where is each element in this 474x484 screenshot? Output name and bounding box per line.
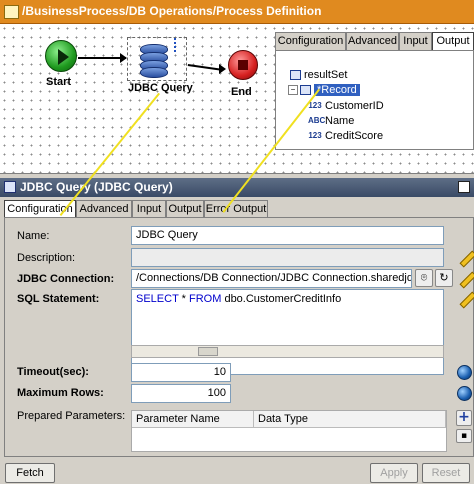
sql-text: * — [178, 293, 189, 305]
edit-pencil-icon[interactable] — [458, 290, 474, 306]
end-label: End — [231, 86, 252, 98]
complex-element-icon — [290, 70, 301, 81]
delete-parameter-icon[interactable]: ▪ — [456, 429, 472, 443]
description-input[interactable] — [131, 248, 444, 267]
tab-input[interactable]: Input — [132, 200, 166, 218]
tab-output[interactable]: Output — [432, 32, 474, 51]
tree-label: CreditScore — [325, 130, 384, 142]
go-to-resource-icon[interactable]: ↻ — [435, 269, 453, 287]
activity-marker-icon — [174, 38, 180, 52]
fetch-button[interactable]: Fetch — [5, 463, 55, 483]
reset-button[interactable]: Reset — [422, 463, 470, 483]
edit-pencil-icon[interactable] — [458, 249, 474, 265]
scroll-thumb[interactable] — [198, 347, 218, 356]
tree-node-record[interactable]: − *Record — [288, 84, 360, 98]
play-icon — [58, 49, 69, 65]
tab-advanced[interactable]: Advanced — [76, 200, 132, 218]
output-schema-tree[interactable]: resultSet − *Record 123 CustomerID ABCName… — [275, 50, 474, 150]
tree-label: Name — [325, 115, 355, 127]
jdbc-connection-label: JDBC Connection: — [17, 273, 115, 285]
sql-keyword: SELECT — [136, 293, 179, 305]
globe-icon[interactable] — [457, 386, 472, 401]
tree-label: resultSet — [304, 69, 348, 81]
column-header-data-type[interactable]: Data Type — [254, 411, 446, 428]
apply-button[interactable]: Apply — [370, 463, 418, 483]
activity-tabs: Configuration Advanced Input Output Erro… — [4, 200, 474, 219]
tab-configuration[interactable]: Configuration — [275, 32, 346, 50]
sql-horizontal-scrollbar[interactable] — [131, 345, 444, 358]
maximum-rows-input[interactable]: 100 — [131, 384, 231, 403]
tree-label: CustomerID — [325, 100, 384, 112]
start-node[interactable] — [45, 40, 77, 72]
number-type-icon: 123 — [308, 131, 322, 141]
sql-keyword: FROM — [189, 293, 222, 305]
maximum-rows-label: Maximum Rows: — [17, 387, 104, 399]
transition-arrow[interactable] — [78, 57, 126, 59]
tree-node-creditscore[interactable]: 123 CreditScore — [308, 130, 383, 144]
tab-error-output[interactable]: Error Output — [204, 200, 268, 218]
tab-input[interactable]: Input — [399, 32, 432, 50]
database-icon — [140, 44, 168, 78]
collapse-icon[interactable]: − — [288, 85, 298, 96]
add-parameter-icon[interactable]: + — [456, 410, 472, 426]
timeout-input[interactable]: 10 — [131, 363, 231, 382]
output-tabs: Configuration Advanced Input Output — [275, 32, 474, 51]
jdbc-query-label: JDBC Query — [128, 82, 193, 94]
column-header-parameter-name[interactable]: Parameter Name — [132, 411, 254, 428]
tree-node-customerid[interactable]: 123 CustomerID — [308, 100, 384, 114]
browse-binoculars-icon[interactable]: ⌾ — [415, 269, 433, 287]
jdbc-connection-input[interactable]: /Connections/DB Connection/JDBC Connecti… — [131, 269, 412, 288]
name-label: Name: — [17, 230, 50, 242]
tree-node-name[interactable]: ABCName — [308, 115, 354, 129]
maximize-icon[interactable] — [458, 181, 470, 193]
activity-title: JDBC Query (JDBC Query) — [20, 180, 173, 194]
stop-icon — [238, 60, 248, 70]
arrow-head-icon — [120, 53, 127, 63]
sql-statement-label: SQL Statement: — [17, 293, 100, 305]
complex-element-icon — [300, 85, 311, 96]
jdbc-query-node[interactable] — [127, 37, 187, 81]
database-icon — [4, 181, 16, 193]
sql-text: dbo.CustomerCreditInfo — [221, 293, 342, 305]
tree-label: *Record — [314, 84, 360, 96]
tree-node-resultset[interactable]: resultSet — [290, 69, 347, 83]
configuration-form: Name: JDBC Query Description: JDBC Conne… — [4, 217, 474, 457]
arrow-head-icon — [219, 64, 226, 74]
process-title: /BusinessProcess/DB Operations/Process D… — [22, 4, 322, 18]
edit-pencil-icon[interactable] — [458, 270, 474, 286]
prepared-parameters-table[interactable]: Parameter Name Data Type — [131, 410, 447, 452]
tab-advanced[interactable]: Advanced — [346, 32, 399, 50]
start-label: Start — [46, 76, 72, 88]
string-type-icon: ABC — [308, 116, 326, 126]
process-title-bar: /BusinessProcess/DB Operations/Process D… — [0, 0, 474, 24]
timeout-label: Timeout(sec): — [17, 366, 89, 378]
prepared-parameters-label: Prepared Parameters: — [17, 410, 126, 422]
tab-output[interactable]: Output — [166, 200, 204, 218]
description-label: Description: — [17, 252, 76, 264]
end-node[interactable] — [228, 50, 258, 80]
globe-icon[interactable] — [457, 365, 472, 380]
name-input[interactable]: JDBC Query — [131, 226, 444, 245]
folder-icon — [4, 5, 19, 19]
